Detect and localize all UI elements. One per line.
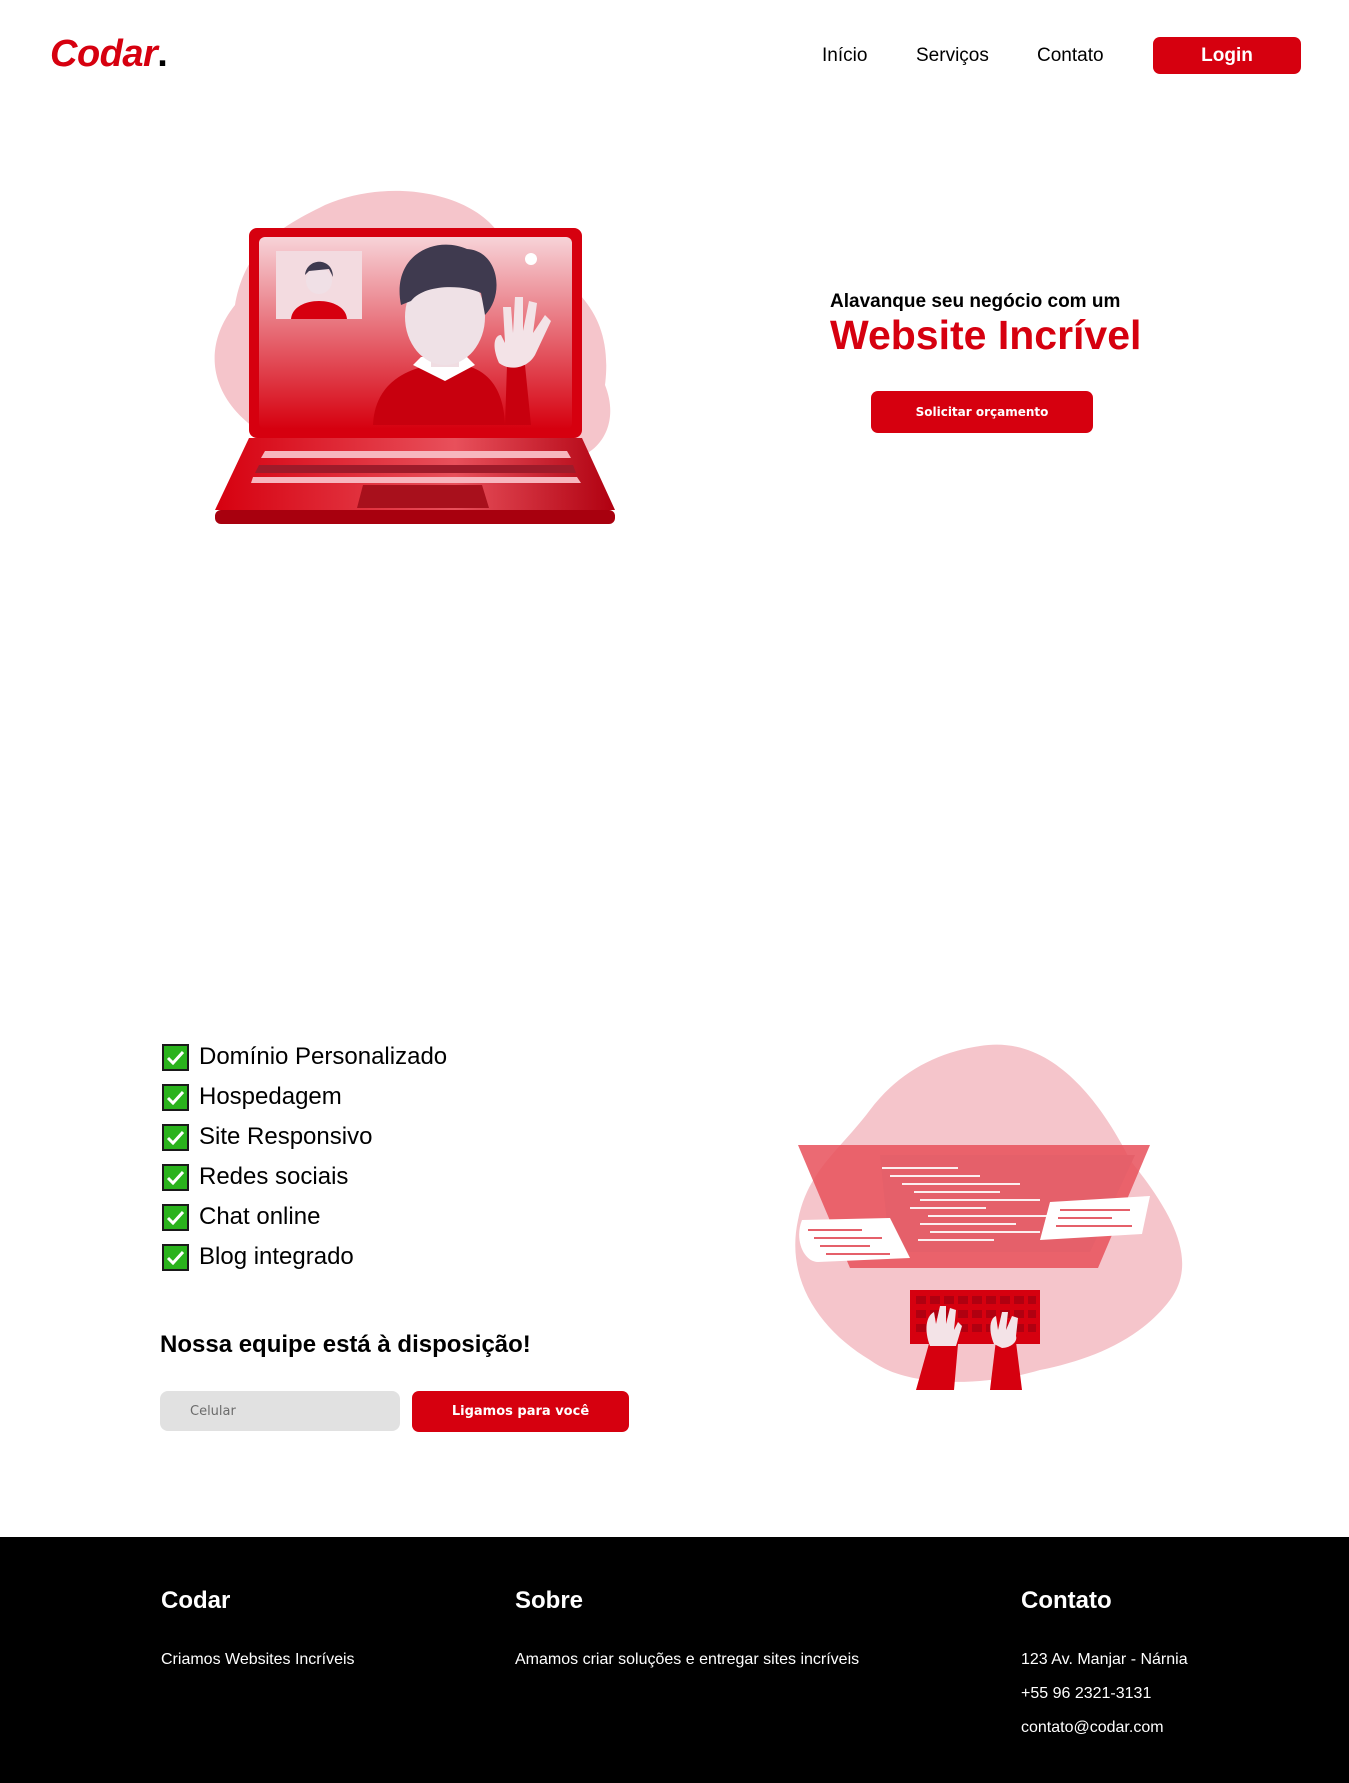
- footer-address: 123 Av. Manjar - Nárnia: [1021, 1651, 1188, 1668]
- features-list: Domínio Personalizado Hospedagem Site Re…: [162, 1037, 447, 1277]
- site-header: Codar. Início Serviços Contato Login: [0, 0, 1349, 110]
- laptop-video-call-illustration: [214, 190, 615, 524]
- developer-keyboard-illustration: [795, 1044, 1183, 1390]
- site-footer: Codar Criamos Websites Incríveis Sobre A…: [0, 1537, 1349, 1783]
- footer-contato-column: Contato 123 Av. Manjar - Nárnia +55 96 2…: [1021, 1587, 1188, 1745]
- feature-label: Chat online: [199, 1203, 321, 1230]
- feature-item: Blog integrado: [162, 1237, 447, 1277]
- team-heading: Nossa equipe está à disposição!: [160, 1331, 531, 1358]
- hero-subtitle: Alavanque seu negócio com um: [830, 291, 1121, 312]
- feature-item: Redes sociais: [162, 1157, 447, 1197]
- checkbox-checked-icon: [162, 1043, 189, 1071]
- checkbox-checked-icon: [162, 1243, 189, 1271]
- feature-item: Domínio Personalizado: [162, 1037, 447, 1077]
- feature-label: Hospedagem: [199, 1083, 342, 1110]
- footer-codar-text: Criamos Websites Incríveis: [161, 1651, 355, 1668]
- checkbox-checked-icon: [162, 1163, 189, 1191]
- feature-item: Site Responsivo: [162, 1117, 447, 1157]
- hero-title: Website Incrível: [830, 312, 1142, 358]
- nav-link-contato[interactable]: Contato: [1037, 45, 1104, 67]
- footer-sobre-text: Amamos criar soluções e entregar sites i…: [515, 1651, 860, 1668]
- feature-label: Redes sociais: [199, 1163, 349, 1190]
- feature-label: Domínio Personalizado: [199, 1043, 448, 1070]
- feature-item: Chat online: [162, 1197, 447, 1237]
- login-button[interactable]: Login: [1153, 37, 1301, 74]
- call-me-button[interactable]: Ligamos para você: [412, 1391, 629, 1432]
- feature-item: Hospedagem: [162, 1077, 447, 1117]
- checkbox-checked-icon: [162, 1203, 189, 1231]
- feature-label: Site Responsivo: [199, 1123, 373, 1150]
- checkbox-checked-icon: [162, 1083, 189, 1111]
- checkbox-checked-icon: [162, 1123, 189, 1151]
- logo-dot: .: [157, 33, 168, 75]
- logo[interactable]: Codar.: [50, 33, 168, 76]
- footer-sobre-column: Sobre Amamos criar soluções e entregar s…: [515, 1587, 859, 1677]
- footer-phone[interactable]: +55 96 2321-3131: [1021, 1677, 1188, 1711]
- nav-link-inicio[interactable]: Início: [822, 45, 867, 67]
- request-quote-button[interactable]: Solicitar orçamento: [871, 391, 1093, 433]
- footer-sobre-title: Sobre: [515, 1587, 584, 1614]
- footer-email[interactable]: contato@codar.com: [1021, 1711, 1188, 1745]
- logo-text: Codar: [50, 33, 158, 75]
- phone-input[interactable]: [160, 1391, 400, 1431]
- nav-link-servicos[interactable]: Serviços: [916, 45, 989, 67]
- footer-contato-title: Contato: [1021, 1587, 1112, 1614]
- footer-codar-column: Codar Criamos Websites Incríveis: [161, 1587, 355, 1677]
- footer-codar-title: Codar: [161, 1587, 231, 1614]
- feature-label: Blog integrado: [199, 1243, 354, 1270]
